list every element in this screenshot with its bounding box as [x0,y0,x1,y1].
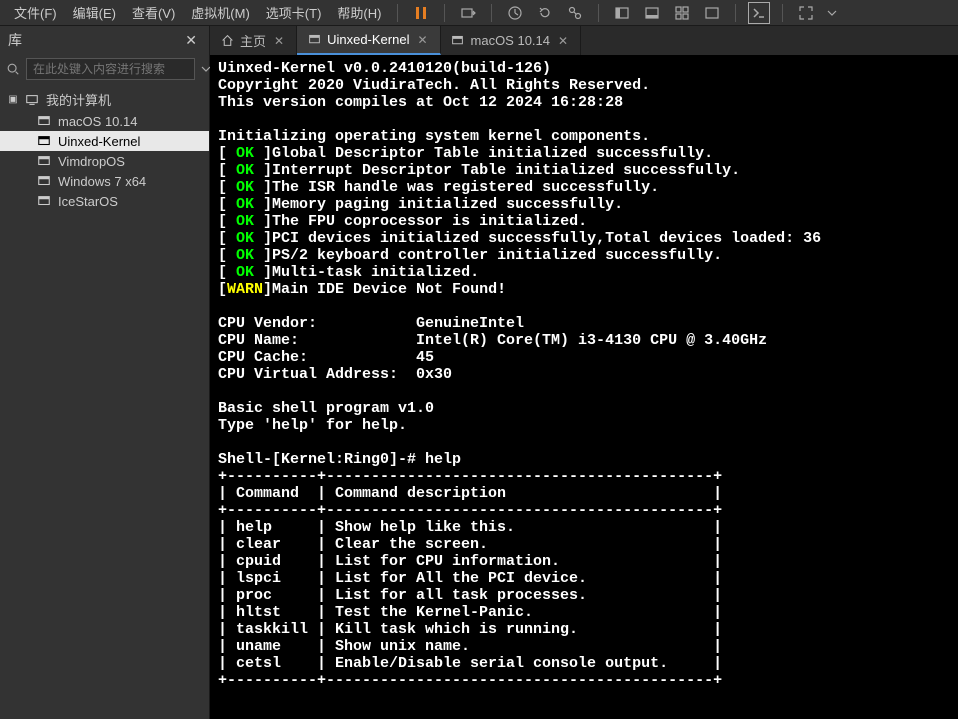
sidebar: 库 ✕ ▣ 我的计算机 macOS 10.14 Uinxed-Kernel Vimd… [0,26,210,719]
tab-label: 主页 [240,31,266,50]
menu-view[interactable]: 查看(V) [124,0,183,26]
snapshot-icon[interactable] [504,2,526,24]
sidebar-item-label: IceStarOS [58,194,118,209]
dropdown-icon[interactable] [825,2,839,24]
tab-macos-10-14[interactable]: macOS 10.14 ✕ [441,26,582,55]
separator [397,4,398,22]
sidebar-close-icon[interactable]: ✕ [181,32,201,49]
expander-icon[interactable]: ▣ [8,94,18,105]
separator [444,4,445,22]
tab-label: Uinxed-Kernel [327,32,409,47]
home-icon [220,34,234,48]
computer-icon [24,92,40,108]
menu-file[interactable]: 文件(F) [6,0,65,26]
revert-snapshot-icon[interactable] [534,2,556,24]
snapshot-manager-icon[interactable] [564,2,586,24]
sidebar-item-label: VimdropOS [58,154,125,169]
fit-guest-icon[interactable] [701,2,723,24]
menu-tabs[interactable]: 选项卡(T) [258,0,330,26]
tab-close-icon[interactable]: ✕ [556,34,570,48]
sidebar-title: 库 [8,30,22,50]
tree-root-label: 我的计算机 [46,90,111,109]
vm-icon [36,133,52,149]
menubar: 文件(F) 编辑(E) 查看(V) 虚拟机(M) 选项卡(T) 帮助(H) [0,0,958,26]
separator [598,4,599,22]
tab-close-icon[interactable]: ✕ [272,34,286,48]
separator [782,4,783,22]
sidebar-item-uinxed-kernel[interactable]: Uinxed-Kernel [0,131,209,151]
view-multi-icon[interactable] [641,2,663,24]
tab--[interactable]: 主页 ✕ [210,26,297,55]
search-input[interactable] [26,58,195,80]
tab-uinxed-kernel[interactable]: Uinxed-Kernel ✕ [297,26,440,55]
sidebar-item-label: Uinxed-Kernel [58,134,140,149]
vm-icon [36,193,52,209]
pause-icon[interactable] [410,2,432,24]
search-icon[interactable] [6,61,20,77]
tab-label: macOS 10.14 [471,33,551,48]
vm-icon [36,153,52,169]
tabbar: 主页 ✕ Uinxed-Kernel ✕ macOS 10.14 ✕ [210,26,958,56]
vm-icon [307,33,321,47]
send-keys-icon[interactable] [457,2,479,24]
vm-icon [36,173,52,189]
menu-help[interactable]: 帮助(H) [329,0,389,26]
menu-edit[interactable]: 编辑(E) [65,0,124,26]
tree-root[interactable]: ▣ 我的计算机 [0,88,209,111]
menu-vm[interactable]: 虚拟机(M) [183,0,258,26]
sidebar-item-windows-7-x64[interactable]: Windows 7 x64 [0,171,209,191]
fullscreen-icon[interactable] [795,2,817,24]
sidebar-item-macos-10-14[interactable]: macOS 10.14 [0,111,209,131]
view-thumbnail-icon[interactable] [671,2,693,24]
tab-close-icon[interactable]: ✕ [415,33,429,47]
tree: ▣ 我的计算机 macOS 10.14 Uinxed-Kernel VimdropO… [0,84,209,215]
vm-icon [36,113,52,129]
separator [735,4,736,22]
sidebar-item-label: macOS 10.14 [58,114,138,129]
sidebar-item-label: Windows 7 x64 [58,174,146,189]
sidebar-item-icestaros[interactable]: IceStarOS [0,191,209,211]
separator [491,4,492,22]
terminal[interactable]: Uinxed-Kernel v0.0.2410120(build-126) Co… [210,56,958,719]
sidebar-item-vimdropos[interactable]: VimdropOS [0,151,209,171]
vm-icon [451,34,465,48]
view-single-icon[interactable] [611,2,633,24]
console-icon[interactable] [748,2,770,24]
